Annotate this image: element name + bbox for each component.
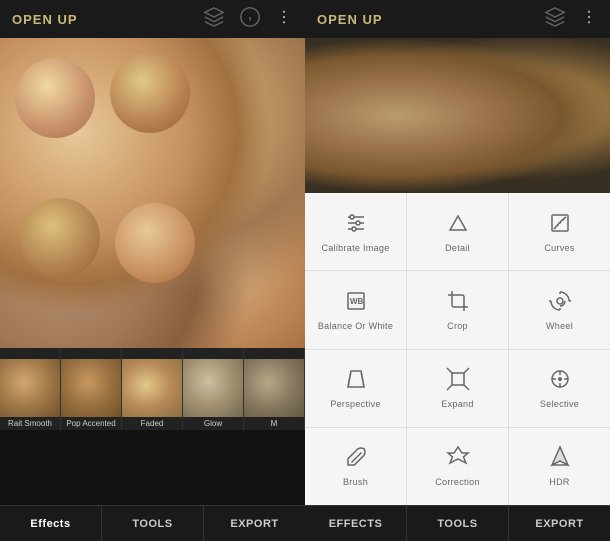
layers-icon-left[interactable] [203,6,225,33]
effects-tab-right[interactable]: EFFECTS [305,506,407,541]
whitebalance-label: Balance Or White [318,321,393,331]
perspective-icon [344,367,368,395]
thumb-label: Pop Accented [61,417,121,430]
thumb-label: Glow [183,417,243,430]
effects-tab[interactable]: Effects [0,506,102,541]
correction-label: Correction [435,477,480,487]
thumbnail-item[interactable]: Faded [122,348,183,430]
tools-grid: Calibrate Image Detail Curves [305,193,610,505]
calibrate-label: Calibrate Image [321,243,389,253]
hdr-icon [548,445,572,473]
thumbnail-item[interactable]: Rait Smooth [0,348,61,430]
expand-tool[interactable]: Expand [407,350,508,427]
expand-label: Expand [441,399,473,409]
export-tab-right[interactable]: EXPORT [509,506,610,541]
thumb-img [122,359,182,417]
thumbnail-strip: Rait Smooth Pop Accented Faded Glow M [0,348,305,430]
funko-face-3 [20,198,100,278]
expand-icon [446,367,470,395]
funko-face-1 [15,58,95,138]
wb-icon: WB [344,289,368,317]
right-bottom-bar: EFFECTS TOOLS EXPORT [305,505,610,541]
wheel-tool[interactable]: Wheel [509,271,610,348]
tools-tab-right[interactable]: TOOLS [407,506,509,541]
right-image [305,38,610,193]
funko-face-2 [110,53,190,133]
sliders-icon [344,211,368,239]
hdr-label: HDR [549,477,569,487]
thumb-img [244,359,304,417]
funko-face-4 [115,203,195,283]
crop-label: Crop [447,321,468,331]
crop-tool[interactable]: Crop [407,271,508,348]
selective-label: Selective [540,399,579,409]
main-image [0,38,305,348]
more-icon-right[interactable] [580,8,598,31]
selective-tool[interactable]: Selective [509,350,610,427]
layers-icon-right[interactable] [544,6,566,33]
left-bottom-bar: Effects TOOLS EXPORT [0,505,305,541]
thumb-label: Rait Smooth [0,417,60,430]
right-header: OPEN UP [305,0,610,38]
left-header-icons [203,6,293,33]
app-title-left: OPEN UP [12,12,78,27]
calibrate-tool[interactable]: Calibrate Image [305,193,406,270]
brush-label: Brush [343,477,368,487]
main-image-bg [0,38,305,348]
curves-icon [548,211,572,239]
brush-icon [344,445,368,473]
right-image-bg [305,38,610,193]
app-title-right: OPEN UP [317,12,383,27]
left-header: OPEN UP [0,0,305,38]
correction-icon [446,445,470,473]
left-panel: OPEN UP [0,0,305,541]
brush-tool[interactable]: Brush [305,428,406,505]
svg-text:WB: WB [350,297,364,306]
thumb-img [183,359,243,417]
more-icon-left[interactable] [275,8,293,31]
thumbnail-item[interactable]: M [244,348,305,430]
crop-icon [446,289,470,317]
thumbnail-item[interactable]: Glow [183,348,244,430]
thumb-img [61,359,121,417]
correction-tool[interactable]: Correction [407,428,508,505]
thumbnail-item[interactable]: Pop Accented [61,348,122,430]
info-icon-left[interactable] [239,6,261,33]
thumb-label: Faded [122,417,182,430]
detail-label: Detail [445,243,470,253]
curves-tool[interactable]: Curves [509,193,610,270]
triangle-icon [446,211,470,239]
right-header-icons [544,6,598,33]
export-tab-left[interactable]: EXPORT [204,506,305,541]
curves-label: Curves [544,243,574,253]
thumb-img [0,359,60,417]
detail-tool[interactable]: Detail [407,193,508,270]
hdr-tool[interactable]: HDR [509,428,610,505]
right-panel: OPEN UP [305,0,610,541]
selective-icon [548,367,572,395]
perspective-label: Perspective [330,399,380,409]
tools-tab-left[interactable]: TOOLS [102,506,204,541]
perspective-tool[interactable]: Perspective [305,350,406,427]
wheel-icon [548,289,572,317]
thumb-label: M [244,417,304,430]
wheel-label: Wheel [546,321,573,331]
whitebalance-tool[interactable]: WB Balance Or White [305,271,406,348]
